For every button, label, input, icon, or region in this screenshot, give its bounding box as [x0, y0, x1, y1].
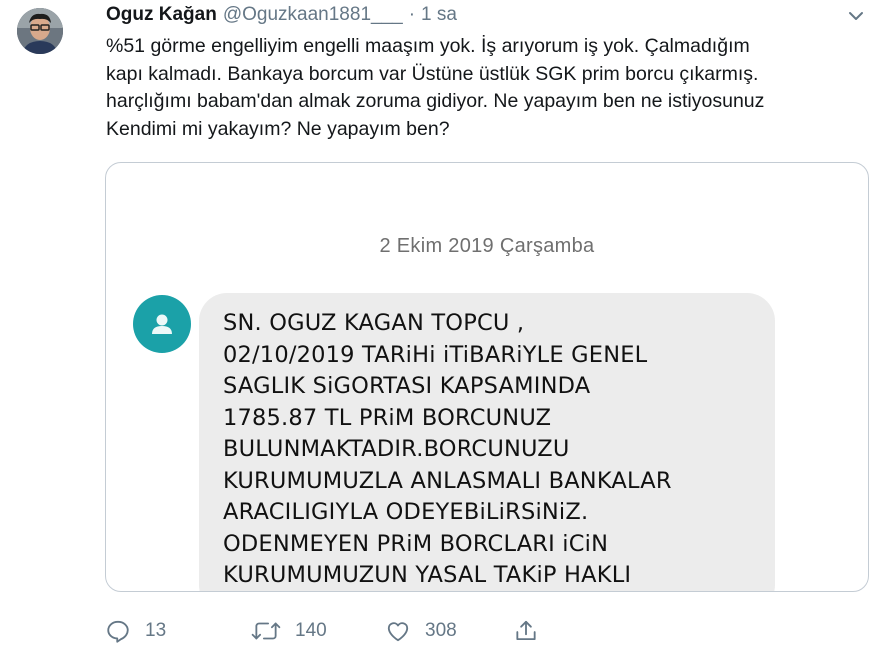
chevron-down-icon[interactable] [846, 6, 866, 26]
reply-icon [107, 620, 129, 643]
reply-count: 13 [145, 620, 167, 641]
sms-date: 2 Ekim 2019 Çarşamba [379, 235, 595, 257]
share-button[interactable] [513, 618, 539, 644]
author-avatar[interactable] [17, 8, 63, 54]
reply-button[interactable]: 13 [105, 618, 205, 644]
heart-icon [387, 622, 409, 642]
retweet-icon [251, 622, 281, 640]
author-name[interactable]: Oguz Kağan [106, 4, 217, 26]
tweet-media-screenshot[interactable]: 2 Ekim 2019 Çarşamba SN. OGUZ KAGAN TOPC… [105, 162, 869, 592]
retweet-count: 140 [295, 620, 327, 641]
tweet-timestamp[interactable]: 1 sa [421, 4, 457, 26]
share-icon [516, 620, 536, 641]
person-icon [152, 314, 172, 334]
like-count: 308 [425, 620, 457, 641]
contact-avatar [133, 295, 191, 353]
separator-dot: · [408, 4, 416, 25]
tweet-header: Oguz Kağan @Oguzkaan1881___ · 1 sa [106, 3, 457, 27]
author-photo [17, 8, 63, 54]
like-button[interactable]: 308 [385, 618, 525, 644]
author-handle[interactable]: @Oguzkaan1881___ [223, 4, 403, 26]
retweet-button[interactable]: 140 [251, 618, 391, 644]
tweet-actions: 13 140 308 [105, 614, 539, 648]
sms-message: SN. OGUZ KAGAN TOPCU , 02/10/2019 TARiHi… [223, 310, 672, 588]
tweet-text: %51 görme engelliyim engelli maaşım yok.… [106, 35, 765, 140]
